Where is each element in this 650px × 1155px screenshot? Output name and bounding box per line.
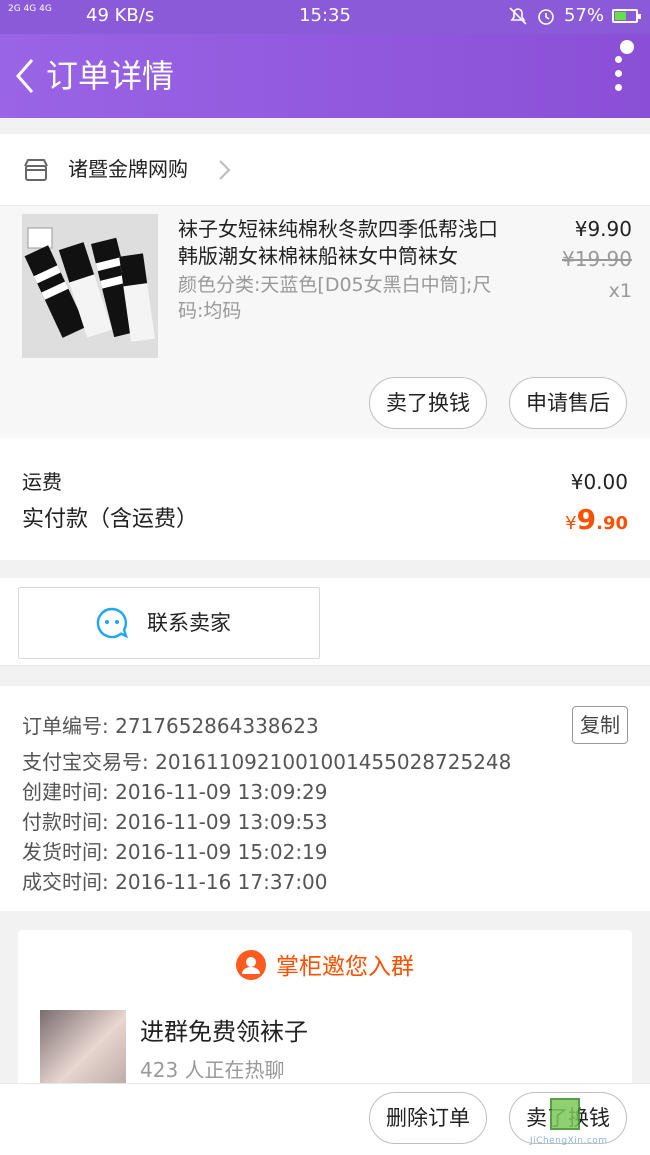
status-bar: 2G 4G 4G 49 KB/s 15:35 57% — [0, 0, 650, 34]
delete-order-button[interactable]: 删除订单 — [369, 1092, 487, 1144]
contact-seller-label: 联系卖家 — [147, 611, 231, 635]
chevron-left-icon[interactable] — [10, 54, 40, 98]
contact-seller-button[interactable]: 联系卖家 — [18, 587, 320, 659]
notification-dot — [620, 40, 634, 54]
shipping-label: 运费 — [22, 470, 62, 494]
group-icon — [236, 950, 266, 980]
group-avatar — [40, 1010, 126, 1090]
product-title[interactable]: 袜子女短袜纯棉秋冬款四季低帮浅口韩版潮女袜棉袜船袜女中筒袜女 — [178, 216, 508, 270]
paid-amount: ¥9.90 — [565, 503, 628, 536]
group-invite-header: 掌柜邀您入群 — [18, 950, 632, 983]
paid-time: 付款时间: 2016-11-09 13:09:53 — [22, 810, 328, 834]
battery-icon — [612, 8, 641, 23]
watermark-logo: JiChengXin.com — [526, 1092, 646, 1150]
more-vertical-icon[interactable] — [612, 56, 624, 96]
shop-name: 诸暨金牌网购 — [68, 157, 188, 181]
order-number: 订单编号: 2717652864338623 — [22, 714, 319, 738]
shop-row[interactable]: 诸暨金牌网购 — [0, 134, 650, 206]
paid-label: 实付款（含运费） — [22, 507, 199, 532]
created-time: 创建时间: 2016-11-09 13:09:29 — [22, 780, 328, 804]
order-totals: 运费 ¥0.00 实付款（含运费） ¥9.90 — [0, 438, 650, 560]
contact-section: 联系卖家 — [0, 578, 650, 666]
chevron-right-icon — [219, 160, 231, 180]
nav-bar: 订单详情 — [0, 34, 650, 118]
completed-time: 成交时间: 2016-11-16 17:37:00 — [22, 870, 328, 894]
group-invite-card[interactable]: 掌柜邀您入群 进群免费领袜子 423 人正在热聊 — [18, 930, 632, 1090]
product-thumbnail[interactable] — [22, 214, 158, 358]
after-sales-button[interactable]: 申请售后 — [509, 377, 627, 429]
shipped-time: 发货时间: 2016-11-09 15:02:19 — [22, 840, 328, 864]
original-price: ¥19.90 — [562, 247, 632, 271]
sell-for-cash-button[interactable]: 卖了换钱 — [369, 377, 487, 429]
group-title: 进群免费领袜子 — [140, 1018, 308, 1046]
bottom-action-bar: 删除订单 卖了换钱 JiChengXin.com — [0, 1083, 650, 1155]
product-price: ¥9.90 — [574, 217, 632, 241]
alarm-icon — [538, 8, 554, 25]
alipay-number: 支付宝交易号: 2016110921001001455028725248 — [22, 750, 512, 774]
mute-icon — [509, 6, 527, 25]
quantity: x1 — [608, 280, 632, 302]
store-icon — [24, 159, 48, 181]
copy-button[interactable]: 复制 — [572, 706, 628, 744]
product-spec: 颜色分类:天蓝色[D05女黑白中筒];尺码:均码 — [178, 274, 492, 322]
order-info: 订单编号: 2717652864338623 复制 支付宝交易号: 201611… — [0, 686, 650, 911]
battery-percent: 57% — [563, 5, 604, 26]
shipping-value: ¥0.00 — [570, 470, 628, 494]
group-subtitle: 423 人正在热聊 — [140, 1058, 285, 1082]
order-item[interactable]: 袜子女短袜纯棉秋冬款四季低帮浅口韩版潮女袜棉袜船袜女中筒袜女 颜色分类:天蓝色[… — [0, 206, 650, 438]
chat-bubble-icon — [96, 607, 129, 639]
page-title: 订单详情 — [46, 57, 175, 95]
